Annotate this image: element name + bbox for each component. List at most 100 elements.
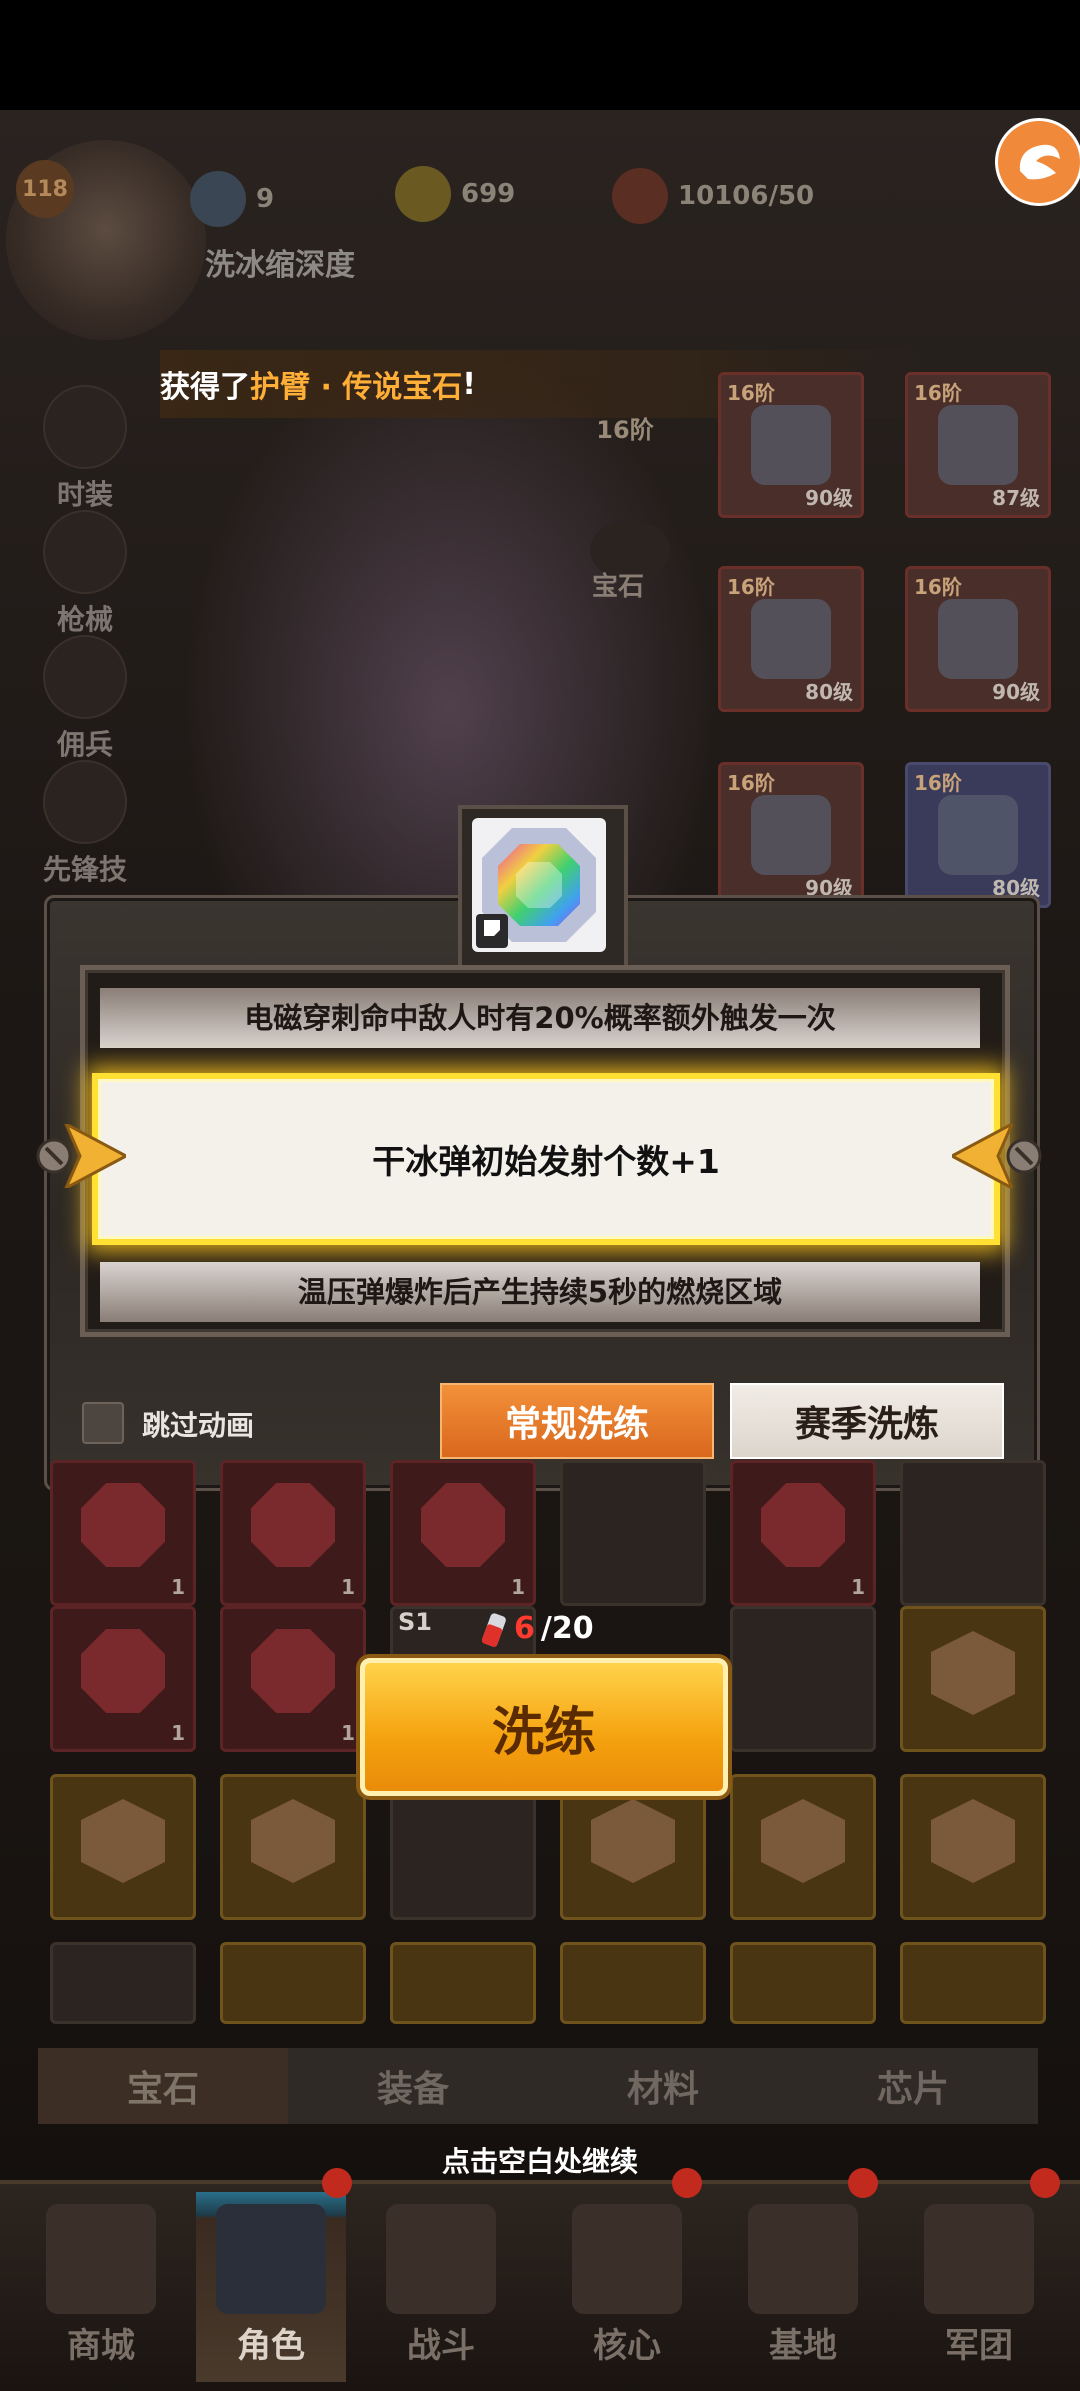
notification-dot [848, 2168, 878, 2198]
side-item-label: 枪械 [56, 603, 113, 636]
coin-resource[interactable]: 699 [395, 166, 516, 222]
nav-shop[interactable]: 商城 [26, 2192, 176, 2382]
vest-icon [751, 599, 831, 679]
equipment-slot[interactable]: 16阶 87级 [905, 372, 1051, 518]
skip-animation-checkbox[interactable] [82, 1402, 124, 1444]
gold-gem-icon [81, 1799, 165, 1883]
glove-icon [938, 795, 1018, 875]
core-crystal-icon [572, 2204, 682, 2314]
gem-slot[interactable] [50, 1774, 196, 1920]
status-bar [0, 0, 1080, 110]
arrow-right-icon[interactable] [952, 1124, 1042, 1188]
level-badge: 118 [16, 160, 74, 218]
gem-slot[interactable] [900, 1774, 1046, 1920]
gem-slot[interactable] [220, 1774, 366, 1920]
arrow-left-icon[interactable] [36, 1124, 126, 1188]
gem-slot[interactable] [730, 1606, 876, 1752]
tab-materials[interactable]: 材料 [538, 2048, 788, 2124]
nav-label: 核心 [593, 2326, 661, 2366]
blade-icon [43, 760, 127, 844]
gem-slot[interactable] [900, 1942, 1046, 2024]
gem-slot[interactable]: 1 [50, 1460, 196, 1606]
red-gem-icon [761, 1483, 845, 1567]
shirt-icon [43, 385, 127, 469]
refine-counter: 6/20 [480, 1606, 594, 1650]
notification-dot [672, 2168, 702, 2198]
gem-slot[interactable]: 1 [220, 1460, 366, 1606]
gem-slot[interactable]: 1 [50, 1606, 196, 1752]
gem-slot[interactable]: 1 [730, 1460, 876, 1606]
side-item-label: 时装 [56, 478, 113, 511]
reward-prefix: 获得了 [160, 370, 250, 405]
red-gem-icon [81, 1629, 165, 1713]
equipment-level: 90级 [992, 680, 1040, 704]
nav-battle[interactable]: 战斗 [366, 2192, 516, 2382]
nav-base[interactable]: 基地 [728, 2192, 878, 2382]
gem-slot[interactable] [560, 1942, 706, 2024]
armor-icon [751, 405, 831, 485]
side-item-mercenary[interactable]: 佣兵 [30, 635, 140, 763]
character-label: 洗冰缩深度 [205, 248, 355, 283]
equipment-slot[interactable]: 16阶 90级 [718, 372, 864, 518]
gem-slot[interactable] [730, 1774, 876, 1920]
regular-refine-button[interactable]: 常规洗练 [440, 1383, 714, 1459]
equipment-tier: 16阶 [727, 771, 775, 795]
equipment-tier: 16阶 [727, 381, 775, 405]
equipment-level: 90级 [805, 486, 853, 510]
nav-label: 战斗 [407, 2326, 475, 2366]
tab-chips[interactable]: 芯片 [788, 2048, 1038, 2124]
gem-count: 1 [171, 1575, 185, 1599]
side-item-fashion[interactable]: 时装 [30, 385, 140, 513]
equipment-level: 87级 [992, 486, 1040, 510]
gem-slot[interactable] [730, 1942, 876, 2024]
gem-slot[interactable] [220, 1942, 366, 2024]
coin-count: 699 [461, 179, 516, 209]
coin-icon [395, 166, 451, 222]
equipment-slot[interactable]: 16阶 90级 [905, 566, 1051, 712]
gem-slot[interactable] [560, 1460, 706, 1606]
refine-button[interactable]: 洗练 [360, 1658, 728, 1796]
gem-count: 1 [341, 1721, 355, 1745]
gem-slot[interactable] [900, 1606, 1046, 1752]
nav-core[interactable]: 核心 [552, 2192, 702, 2382]
gem-slot[interactable] [390, 1942, 536, 2024]
equipment-slot[interactable]: 16阶 90级 [718, 762, 864, 908]
pistol-icon [43, 510, 127, 594]
equipment-slot[interactable]: 16阶 80级 [905, 762, 1051, 908]
nav-legion[interactable]: 军团 [904, 2192, 1054, 2382]
gem-slot[interactable] [900, 1460, 1046, 1606]
gem-slot[interactable]: 1 [220, 1606, 366, 1752]
option-prev[interactable]: 电磁穿刺命中敌人时有20%概率额外触发一次 [100, 988, 980, 1048]
gold-gem-icon [251, 1799, 335, 1883]
dragon-logo-icon[interactable] [995, 118, 1080, 206]
nav-character[interactable]: 角色 [196, 2192, 346, 2382]
equipment-slot[interactable]: 16阶 80级 [718, 566, 864, 712]
stamina-resource[interactable]: 10106/50 [612, 168, 815, 224]
season-refine-button[interactable]: 赛季洗炼 [730, 1383, 1004, 1459]
gem-slot[interactable] [50, 1942, 196, 2024]
gold-gem-icon [761, 1799, 845, 1883]
gem-count: 9 [256, 184, 275, 214]
gem-count: 1 [341, 1575, 355, 1599]
notification-dot [1030, 2168, 1060, 2198]
shield-icon [924, 2204, 1034, 2314]
tab-gems[interactable]: 宝石 [38, 2048, 288, 2124]
gold-gem-icon [591, 1799, 675, 1883]
gold-gem-icon [931, 1631, 1015, 1715]
red-gem-icon [251, 1629, 335, 1713]
stamina-count: 10106/50 [678, 181, 815, 211]
gem-tier-label: 16阶 [596, 416, 654, 444]
tab-equipment[interactable]: 装备 [288, 2048, 538, 2124]
character-icon [216, 2204, 326, 2314]
inventory-tabs: 宝石 装备 材料 芯片 [38, 2048, 1038, 2124]
side-item-guns[interactable]: 枪械 [30, 510, 140, 638]
gem-slot[interactable]: 1 [390, 1460, 536, 1606]
equipment-tier: 16阶 [914, 575, 962, 599]
crossed-guns-icon [386, 2204, 496, 2314]
gem-resource[interactable]: 9 [190, 171, 275, 227]
side-item-label: 佣兵 [56, 728, 113, 761]
option-next[interactable]: 温压弹爆炸后产生持续5秒的燃烧区域 [100, 1262, 980, 1322]
option-current[interactable]: 干冰弹初始发射个数+1 [92, 1073, 1000, 1245]
equipment-tier: 16阶 [914, 381, 962, 405]
gem-count: 1 [511, 1575, 525, 1599]
